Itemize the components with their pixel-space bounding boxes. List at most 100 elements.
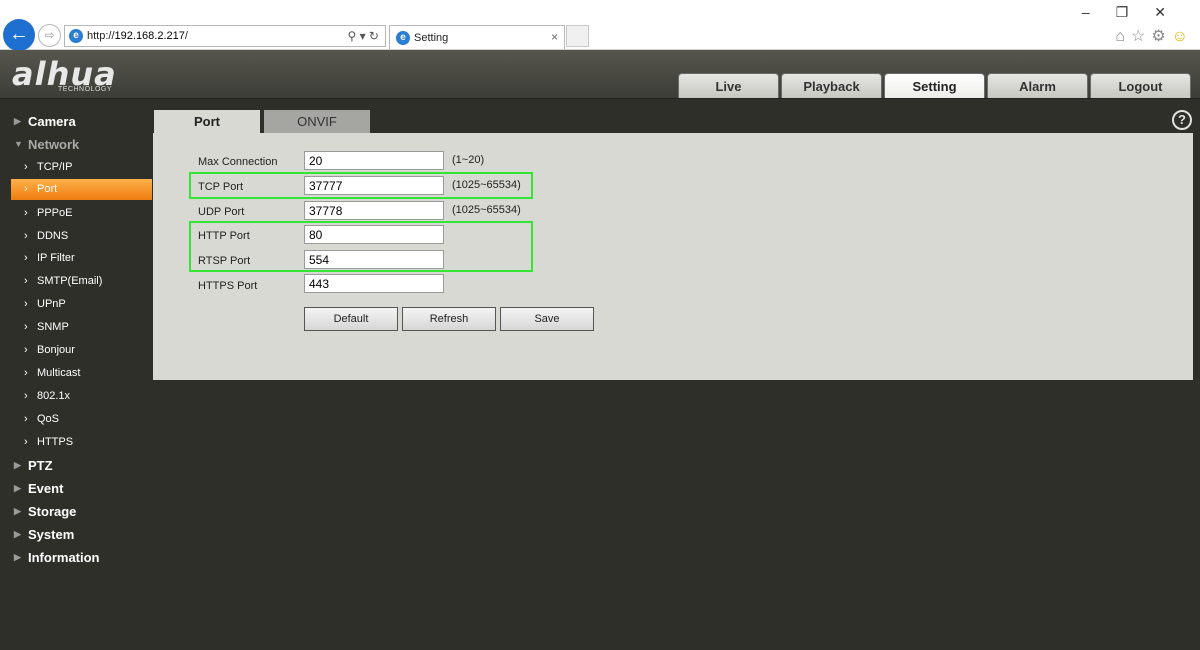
ie-icon: e <box>69 29 83 43</box>
sidebar-item-qos[interactable]: › QoS <box>11 409 152 430</box>
sidebar-item-label: Port <box>37 183 58 195</box>
address-bar[interactable]: e http://192.168.2.217/ ⚲ ▾ ↻ <box>64 25 386 47</box>
collapsed-arrow-icon: ▶ <box>14 529 21 539</box>
chevron-right-icon: › <box>24 207 28 219</box>
window-controls[interactable]: –❐✕ <box>1082 4 1192 21</box>
udp-port-input[interactable] <box>304 201 444 220</box>
url-suffix: / <box>184 30 188 42</box>
tcp-port-input[interactable] <box>304 176 444 195</box>
chevron-right-icon: › <box>24 230 28 242</box>
default-button[interactable]: Default <box>304 307 398 331</box>
sidebar-item-port[interactable]: › Port <box>11 179 152 200</box>
browser-toolbar-icons[interactable]: ⌂☆⚙☺ <box>1115 26 1194 46</box>
url-text[interactable]: http://192.168.2.217/ <box>87 30 188 42</box>
back-button[interactable]: ← <box>3 19 35 51</box>
chevron-right-icon: › <box>24 298 28 310</box>
rtsp-port-input[interactable] <box>304 250 444 269</box>
sidebar-item-label: SNMP <box>37 321 69 333</box>
star-icon[interactable]: ☆ <box>1131 28 1151 45</box>
sidebar-item-ip-filter[interactable]: › IP Filter <box>11 248 152 269</box>
gear-icon[interactable]: ⚙ <box>1151 28 1171 45</box>
sidebar-item-tcpip[interactable]: › TCP/IP <box>11 157 152 178</box>
tab-port[interactable]: Port <box>154 110 260 134</box>
tab-setting[interactable]: Setting <box>884 73 985 98</box>
collapsed-arrow-icon: ▶ <box>14 116 21 126</box>
sidebar-item-label: Bonjour <box>37 344 75 356</box>
forward-button[interactable]: ⇨ <box>38 24 61 47</box>
sidebar-item-information[interactable]: ▶ Information <box>0 546 153 569</box>
max-connection-input[interactable] <box>304 151 444 170</box>
expanded-arrow-icon: ▼ <box>14 139 23 149</box>
max-connection-range: (1~20) <box>452 154 485 166</box>
tab-alarm[interactable]: Alarm <box>987 73 1088 98</box>
tab-onvif[interactable]: ONVIF <box>264 110 370 134</box>
forward-arrow-icon: ⇨ <box>44 28 55 42</box>
sidebar-item-multicast[interactable]: › Multicast <box>11 363 152 384</box>
sidebar-item-label: SMTP(Email) <box>37 275 103 287</box>
sidebar-item-smtp[interactable]: › SMTP(Email) <box>11 271 152 292</box>
sidebar-item-network[interactable]: ▼ Network <box>0 133 153 156</box>
chevron-right-icon: › <box>24 436 28 448</box>
smiley-icon[interactable]: ☺ <box>1172 28 1194 45</box>
chevron-right-icon: › <box>24 321 28 333</box>
sidebar-item-label: DDNS <box>37 230 69 242</box>
tab-ie-icon: e <box>396 31 410 45</box>
sidebar-item-pppoe[interactable]: › PPPoE <box>11 203 152 224</box>
logo-subtext: TECHNOLOGY <box>58 86 113 93</box>
sidebar-item-label: Information <box>28 550 100 565</box>
sidebar-item-storage[interactable]: ▶ Storage <box>0 500 153 523</box>
new-tab-button[interactable] <box>566 25 589 47</box>
sidebar-item-label: PTZ <box>28 458 53 473</box>
max-connection-label: Max Connection <box>198 156 278 168</box>
udp-port-range: (1025~65534) <box>452 204 521 216</box>
sidebar-item-https[interactable]: › HTTPS <box>11 432 152 453</box>
refresh-button[interactable]: Refresh <box>402 307 496 331</box>
tab-title: Setting <box>414 32 449 44</box>
tab-close-icon[interactable]: × <box>551 30 558 44</box>
tab-logout[interactable]: Logout <box>1090 73 1191 98</box>
sidebar-item-label: TCP/IP <box>37 161 73 173</box>
sidebar-item-label: UPnP <box>37 298 66 310</box>
collapsed-arrow-icon: ▶ <box>14 460 21 470</box>
sidebar-item-snmp[interactable]: › SNMP <box>11 317 152 338</box>
sidebar-item-label: 802.1x <box>37 390 71 402</box>
sidebar-item-bonjour[interactable]: › Bonjour <box>11 340 152 361</box>
http-port-input[interactable] <box>304 225 444 244</box>
sidebar-item-upnp[interactable]: › UPnP <box>11 294 152 315</box>
sidebar-item-label: Event <box>28 481 64 496</box>
sidebar-item-camera[interactable]: ▶ Camera <box>0 110 153 133</box>
tcp-port-label: TCP Port <box>198 181 244 193</box>
sidebar-item-ddns[interactable]: › DDNS <box>11 226 152 247</box>
chevron-right-icon: › <box>24 413 28 425</box>
sidebar-item-label: Camera <box>28 114 76 129</box>
chevron-right-icon: › <box>24 275 28 287</box>
sidebar-item-label: QoS <box>37 413 60 425</box>
rtsp-port-label: RTSP Port <box>198 255 251 267</box>
sidebar-item-8021x[interactable]: › 802.1x <box>11 386 152 407</box>
save-button[interactable]: Save <box>500 307 594 331</box>
tab-live[interactable]: Live <box>678 73 779 98</box>
chevron-right-icon: › <box>24 390 28 402</box>
browser-chrome: ← ⇨ e http://192.168.2.217/ ⚲ ▾ ↻ e Sett… <box>0 0 1200 51</box>
https-port-input[interactable] <box>304 274 444 293</box>
sidebar-item-system[interactable]: ▶ System <box>0 523 153 546</box>
help-icon[interactable]: ? <box>1172 110 1192 130</box>
home-icon[interactable]: ⌂ <box>1115 28 1131 45</box>
sidebar-item-event[interactable]: ▶ Event <box>0 477 153 500</box>
browser-tab[interactable]: e Setting × <box>389 25 565 49</box>
sidebar-item-label: HTTPS <box>37 436 74 448</box>
address-tools-icon[interactable]: ⚲ ▾ ↻ <box>347 29 379 43</box>
chevron-right-icon: › <box>24 183 28 195</box>
sidebar-item-label: PPPoE <box>37 207 73 219</box>
sidebar-item-label: Network <box>28 137 80 152</box>
collapsed-arrow-icon: ▶ <box>14 483 21 493</box>
sidebar-item-ptz[interactable]: ▶ PTZ <box>0 454 153 477</box>
collapsed-arrow-icon: ▶ <box>14 506 21 516</box>
udp-port-label: UDP Port <box>198 206 245 218</box>
chevron-right-icon: › <box>24 161 28 173</box>
tab-playback[interactable]: Playback <box>781 73 882 98</box>
url-prefix: http:// <box>87 30 115 42</box>
back-arrow-icon: ← <box>9 23 29 45</box>
collapsed-arrow-icon: ▶ <box>14 552 21 562</box>
chevron-right-icon: › <box>24 344 28 356</box>
